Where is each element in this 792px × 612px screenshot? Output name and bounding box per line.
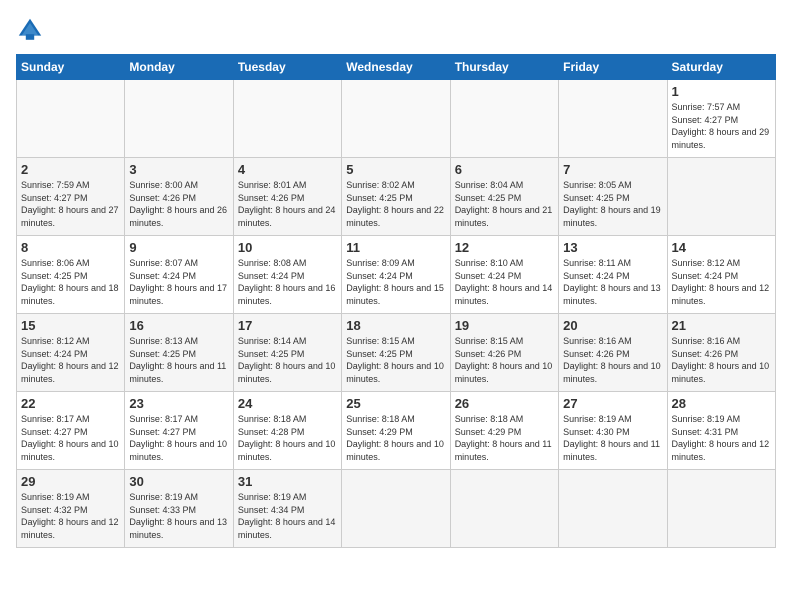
day-cell: 10Sunrise: 8:08 AMSunset: 4:24 PMDayligh… <box>233 236 341 314</box>
day-cell: 3Sunrise: 8:00 AMSunset: 4:26 PMDaylight… <box>125 158 233 236</box>
day-cell: 16Sunrise: 8:13 AMSunset: 4:25 PMDayligh… <box>125 314 233 392</box>
day-cell: 7Sunrise: 8:05 AMSunset: 4:25 PMDaylight… <box>559 158 667 236</box>
empty-cell <box>450 80 558 158</box>
day-cell: 8Sunrise: 8:06 AMSunset: 4:25 PMDaylight… <box>17 236 125 314</box>
day-cell: 20Sunrise: 8:16 AMSunset: 4:26 PMDayligh… <box>559 314 667 392</box>
calendar-row: 2Sunrise: 7:59 AMSunset: 4:27 PMDaylight… <box>17 158 776 236</box>
day-cell: 13Sunrise: 8:11 AMSunset: 4:24 PMDayligh… <box>559 236 667 314</box>
header-cell-saturday: Saturday <box>667 55 775 80</box>
calendar-row: 29Sunrise: 8:19 AMSunset: 4:32 PMDayligh… <box>17 470 776 548</box>
header-cell-tuesday: Tuesday <box>233 55 341 80</box>
day-cell: 6Sunrise: 8:04 AMSunset: 4:25 PMDaylight… <box>450 158 558 236</box>
day-cell: 4Sunrise: 8:01 AMSunset: 4:26 PMDaylight… <box>233 158 341 236</box>
day-cell: 12Sunrise: 8:10 AMSunset: 4:24 PMDayligh… <box>450 236 558 314</box>
empty-cell <box>342 470 450 548</box>
day-cell: 27Sunrise: 8:19 AMSunset: 4:30 PMDayligh… <box>559 392 667 470</box>
calendar-table: SundayMondayTuesdayWednesdayThursdayFrid… <box>16 54 776 548</box>
day-cell: 14Sunrise: 8:12 AMSunset: 4:24 PMDayligh… <box>667 236 775 314</box>
empty-cell <box>667 158 775 236</box>
day-cell: 22Sunrise: 8:17 AMSunset: 4:27 PMDayligh… <box>17 392 125 470</box>
day-cell: 21Sunrise: 8:16 AMSunset: 4:26 PMDayligh… <box>667 314 775 392</box>
header-cell-wednesday: Wednesday <box>342 55 450 80</box>
day-cell: 24Sunrise: 8:18 AMSunset: 4:28 PMDayligh… <box>233 392 341 470</box>
day-cell: 29Sunrise: 8:19 AMSunset: 4:32 PMDayligh… <box>17 470 125 548</box>
header-cell-thursday: Thursday <box>450 55 558 80</box>
day-cell: 25Sunrise: 8:18 AMSunset: 4:29 PMDayligh… <box>342 392 450 470</box>
day-cell: 15Sunrise: 8:12 AMSunset: 4:24 PMDayligh… <box>17 314 125 392</box>
empty-cell <box>17 80 125 158</box>
empty-cell <box>450 470 558 548</box>
day-cell: 30Sunrise: 8:19 AMSunset: 4:33 PMDayligh… <box>125 470 233 548</box>
empty-cell <box>559 470 667 548</box>
logo-icon <box>16 16 44 44</box>
calendar-row: 22Sunrise: 8:17 AMSunset: 4:27 PMDayligh… <box>17 392 776 470</box>
header-cell-monday: Monday <box>125 55 233 80</box>
day-cell: 2Sunrise: 7:59 AMSunset: 4:27 PMDaylight… <box>17 158 125 236</box>
day-cell: 28Sunrise: 8:19 AMSunset: 4:31 PMDayligh… <box>667 392 775 470</box>
calendar-page: SundayMondayTuesdayWednesdayThursdayFrid… <box>0 0 792 612</box>
empty-cell <box>233 80 341 158</box>
day-cell: 1Sunrise: 7:57 AMSunset: 4:27 PMDaylight… <box>667 80 775 158</box>
empty-cell <box>667 470 775 548</box>
day-cell: 11Sunrise: 8:09 AMSunset: 4:24 PMDayligh… <box>342 236 450 314</box>
day-cell: 5Sunrise: 8:02 AMSunset: 4:25 PMDaylight… <box>342 158 450 236</box>
day-cell: 18Sunrise: 8:15 AMSunset: 4:25 PMDayligh… <box>342 314 450 392</box>
empty-cell <box>125 80 233 158</box>
calendar-row: 15Sunrise: 8:12 AMSunset: 4:24 PMDayligh… <box>17 314 776 392</box>
day-cell: 9Sunrise: 8:07 AMSunset: 4:24 PMDaylight… <box>125 236 233 314</box>
logo <box>16 16 50 44</box>
header-row: SundayMondayTuesdayWednesdayThursdayFrid… <box>17 55 776 80</box>
empty-cell <box>559 80 667 158</box>
header-cell-friday: Friday <box>559 55 667 80</box>
day-cell: 26Sunrise: 8:18 AMSunset: 4:29 PMDayligh… <box>450 392 558 470</box>
day-cell: 31Sunrise: 8:19 AMSunset: 4:34 PMDayligh… <box>233 470 341 548</box>
header <box>16 16 776 44</box>
day-cell: 23Sunrise: 8:17 AMSunset: 4:27 PMDayligh… <box>125 392 233 470</box>
calendar-row: 1Sunrise: 7:57 AMSunset: 4:27 PMDaylight… <box>17 80 776 158</box>
calendar-row: 8Sunrise: 8:06 AMSunset: 4:25 PMDaylight… <box>17 236 776 314</box>
header-cell-sunday: Sunday <box>17 55 125 80</box>
day-cell: 19Sunrise: 8:15 AMSunset: 4:26 PMDayligh… <box>450 314 558 392</box>
empty-cell <box>342 80 450 158</box>
day-cell: 17Sunrise: 8:14 AMSunset: 4:25 PMDayligh… <box>233 314 341 392</box>
